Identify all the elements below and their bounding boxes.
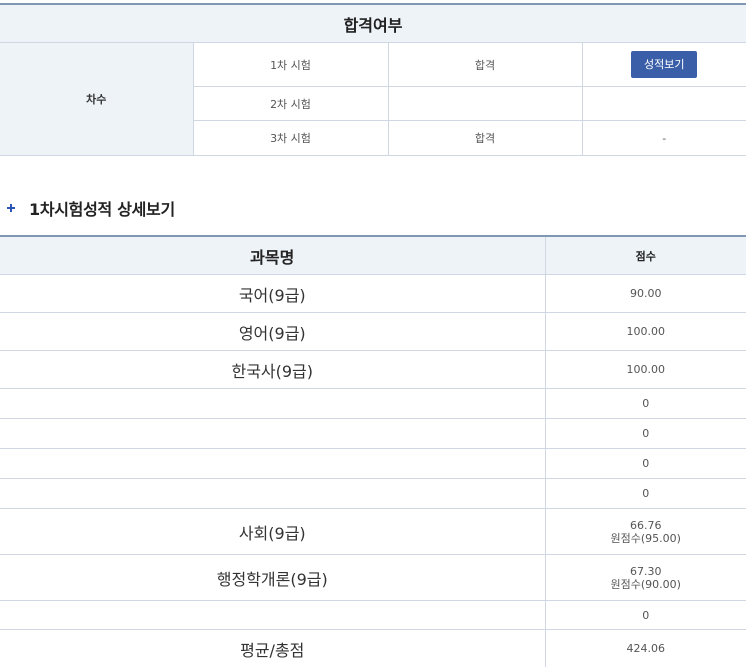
subject-score: 0 bbox=[544, 478, 746, 509]
subject-score: 0 bbox=[544, 448, 746, 479]
round-name: 1차 시험 bbox=[192, 42, 388, 87]
table-row: 한국사(9급) 100.00 bbox=[0, 350, 746, 389]
table-row: 0 bbox=[0, 418, 746, 449]
subject-name: 행정학개론(9급) bbox=[0, 554, 545, 601]
exam-round-row: 차수 1차 시험 합격 성적보기 bbox=[0, 42, 746, 156]
subject-name: 한국사(9급) bbox=[0, 350, 545, 389]
table-row: 0 bbox=[0, 478, 746, 509]
score-detail-heading: 1차시험성적 상세보기 bbox=[6, 196, 175, 220]
round-status: 합격 bbox=[387, 120, 582, 156]
round-status: 합격 bbox=[387, 42, 582, 87]
subject-name bbox=[0, 388, 545, 419]
subject-name bbox=[0, 418, 545, 449]
subject-score: 66.76 bbox=[630, 518, 662, 532]
subject-name bbox=[0, 600, 545, 630]
pass-result-header: 합격여부 bbox=[0, 4, 746, 43]
round-name: 3차 시험 bbox=[192, 120, 388, 156]
table-row: 사회(9급) 66.76 원점수(95.00) bbox=[0, 508, 746, 555]
table-row: 국어(9급) 90.00 bbox=[0, 274, 746, 313]
total-label: 평균/총점 bbox=[240, 640, 305, 660]
subject-column-header: 과목명 bbox=[0, 236, 545, 275]
subject-name: 사회(9급) bbox=[0, 508, 545, 555]
subject-score-cell: 67.30 원점수(90.00) bbox=[544, 554, 746, 601]
subject-score: 100.00 bbox=[544, 350, 746, 389]
score-column-header: 점수 bbox=[544, 236, 746, 275]
subject-score: 0 bbox=[544, 600, 746, 630]
round-name: 2차 시험 bbox=[192, 86, 388, 121]
total-row: 평균/총점 424.06 bbox=[0, 629, 746, 667]
score-detail-table: 과목명 점수 국어(9급) 90.00 영어(9급) 100.00 한국사(9급… bbox=[0, 235, 746, 667]
table-row: 0 bbox=[0, 600, 746, 630]
round-status bbox=[387, 86, 582, 121]
subject-score: 90.00 bbox=[544, 274, 746, 313]
subject-score-cell: 66.76 원점수(95.00) bbox=[544, 508, 746, 555]
subject-score: 67.30 bbox=[630, 564, 662, 578]
table-row: 행정학개론(9급) 67.30 원점수(90.00) bbox=[0, 554, 746, 601]
subject-score: 100.00 bbox=[544, 312, 746, 351]
subject-score: 0 bbox=[544, 388, 746, 419]
subject-name bbox=[0, 478, 545, 509]
subject-name: 영어(9급) bbox=[0, 312, 545, 351]
section-title: 1차시험성적 상세보기 bbox=[29, 200, 175, 219]
subject-name: 국어(9급) bbox=[0, 274, 545, 313]
total-score: 424.06 bbox=[544, 629, 746, 667]
subject-name bbox=[0, 448, 545, 479]
round-label: 차수 bbox=[0, 42, 193, 156]
table-row: 0 bbox=[0, 448, 746, 479]
pass-result-table: 합격여부 차수 1차 시험 합격 성적보기 2차 시험 3차 시험 합격 - bbox=[0, 3, 746, 156]
round-action-cell: - bbox=[581, 120, 746, 156]
table-row: 0 bbox=[0, 388, 746, 419]
subject-score: 0 bbox=[544, 418, 746, 449]
raw-score: 원점수(95.00) bbox=[610, 531, 681, 545]
round-action-cell: 성적보기 bbox=[581, 42, 746, 87]
raw-score: 원점수(90.00) bbox=[610, 577, 681, 591]
table-row: 영어(9급) 100.00 bbox=[0, 312, 746, 351]
round-action-cell bbox=[581, 86, 746, 121]
view-score-button[interactable]: 성적보기 bbox=[631, 51, 698, 78]
plus-icon bbox=[6, 203, 16, 213]
